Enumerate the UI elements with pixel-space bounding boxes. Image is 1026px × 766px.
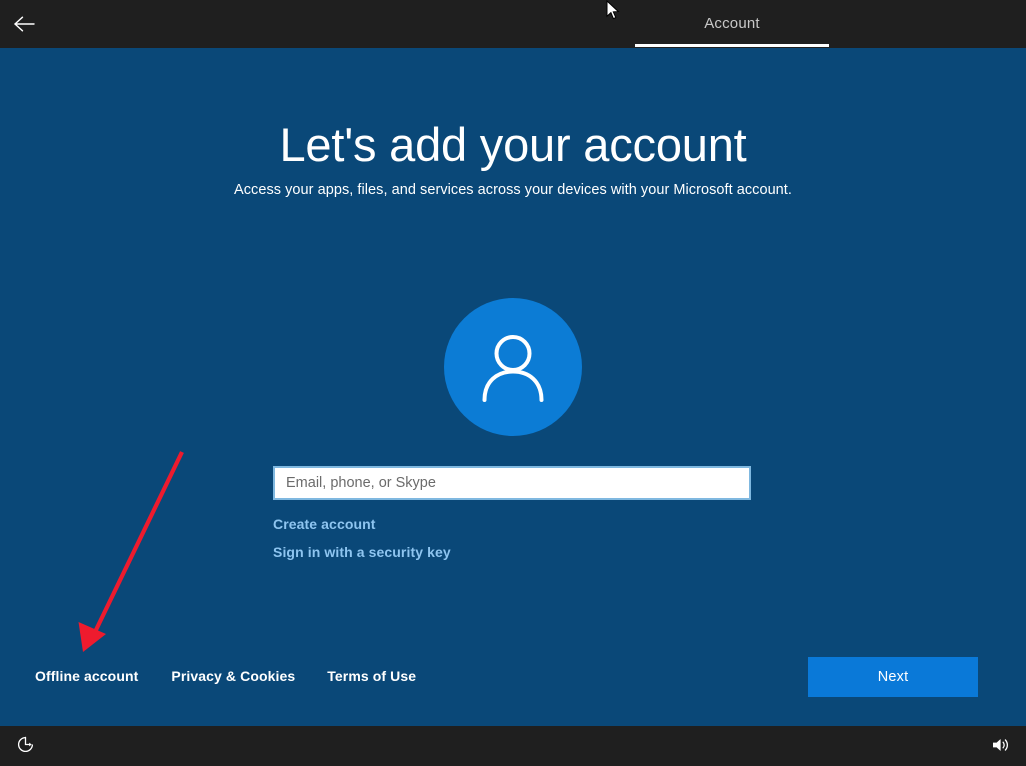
offline-account-link[interactable]: Offline account bbox=[35, 668, 138, 684]
terms-of-use-link[interactable]: Terms of Use bbox=[327, 668, 416, 684]
footer-links: Offline account Privacy & Cookies Terms … bbox=[35, 668, 416, 684]
ease-of-access-icon bbox=[16, 735, 35, 759]
person-avatar-icon bbox=[470, 324, 556, 410]
account-input[interactable] bbox=[275, 468, 749, 498]
volume-button[interactable] bbox=[988, 734, 1014, 760]
ease-of-access-button[interactable] bbox=[12, 734, 38, 760]
oobe-screen: Account Let's add your account Access yo… bbox=[0, 0, 1026, 766]
next-button[interactable]: Next bbox=[808, 657, 978, 697]
avatar bbox=[444, 298, 582, 436]
create-account-link[interactable]: Create account bbox=[273, 516, 376, 532]
page-title: Let's add your account bbox=[0, 120, 1026, 169]
back-button[interactable] bbox=[0, 0, 48, 48]
back-arrow-icon bbox=[13, 15, 35, 33]
bottom-taskbar bbox=[0, 726, 1026, 766]
title-bar: Account bbox=[0, 0, 1026, 48]
account-input-wrapper[interactable] bbox=[273, 466, 751, 500]
speaker-volume-icon bbox=[991, 736, 1011, 759]
main-content: Let's add your account Access your apps,… bbox=[0, 48, 1026, 726]
security-key-signin-link[interactable]: Sign in with a security key bbox=[273, 544, 451, 560]
privacy-cookies-link[interactable]: Privacy & Cookies bbox=[171, 668, 295, 684]
page-subtitle: Access your apps, files, and services ac… bbox=[0, 182, 1026, 198]
tab-account[interactable]: Account bbox=[635, 0, 829, 48]
tab-account-label: Account bbox=[704, 16, 760, 33]
tab-active-indicator bbox=[635, 44, 829, 47]
